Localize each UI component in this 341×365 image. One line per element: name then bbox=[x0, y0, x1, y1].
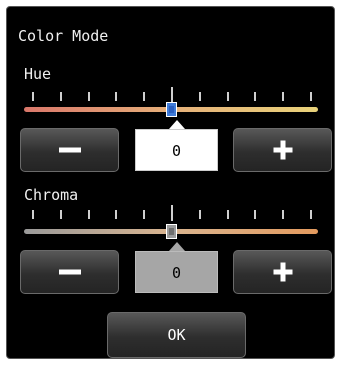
minus-icon bbox=[58, 269, 81, 275]
hue-value-field[interactable]: 0 bbox=[135, 129, 218, 171]
slider-tick bbox=[227, 210, 229, 219]
chroma-decrease-button[interactable] bbox=[20, 250, 119, 294]
slider-tick bbox=[88, 92, 90, 101]
slider-tick bbox=[254, 92, 256, 101]
slider-tick bbox=[310, 92, 312, 101]
slider-tick bbox=[88, 210, 90, 219]
slider-tick bbox=[32, 92, 34, 101]
chroma-increase-button[interactable] bbox=[233, 250, 332, 294]
chroma-slider-thumb[interactable] bbox=[166, 224, 177, 239]
slider-tick bbox=[143, 210, 145, 219]
slider-tick bbox=[171, 87, 173, 103]
slider-tick bbox=[171, 205, 173, 221]
hue-slider-ticks bbox=[24, 87, 318, 103]
hue-decrease-button[interactable] bbox=[20, 128, 119, 172]
chroma-value-pointer bbox=[169, 242, 185, 251]
dialog-title: Color Mode bbox=[18, 27, 109, 45]
ok-button[interactable]: OK bbox=[107, 312, 246, 358]
chroma-slider-ticks bbox=[24, 205, 318, 221]
hue-slider-thumb[interactable] bbox=[166, 102, 177, 117]
slider-tick bbox=[60, 92, 62, 101]
slider-tick bbox=[199, 92, 201, 101]
chroma-label: Chroma bbox=[24, 186, 79, 204]
slider-tick bbox=[32, 210, 34, 219]
slider-tick bbox=[115, 92, 117, 101]
chroma-value-field[interactable]: 0 bbox=[135, 251, 218, 293]
minus-icon bbox=[58, 147, 81, 153]
color-mode-dialog bbox=[6, 6, 335, 359]
hue-label: Hue bbox=[24, 65, 52, 83]
hue-increase-button[interactable] bbox=[233, 128, 332, 172]
slider-tick bbox=[227, 92, 229, 101]
slider-tick bbox=[115, 210, 117, 219]
slider-tick bbox=[199, 210, 201, 219]
slider-tick bbox=[254, 210, 256, 219]
slider-tick bbox=[282, 210, 284, 219]
slider-tick bbox=[60, 210, 62, 219]
slider-tick bbox=[143, 92, 145, 101]
hue-value-pointer bbox=[169, 120, 185, 129]
slider-tick bbox=[310, 210, 312, 219]
slider-tick bbox=[282, 92, 284, 101]
